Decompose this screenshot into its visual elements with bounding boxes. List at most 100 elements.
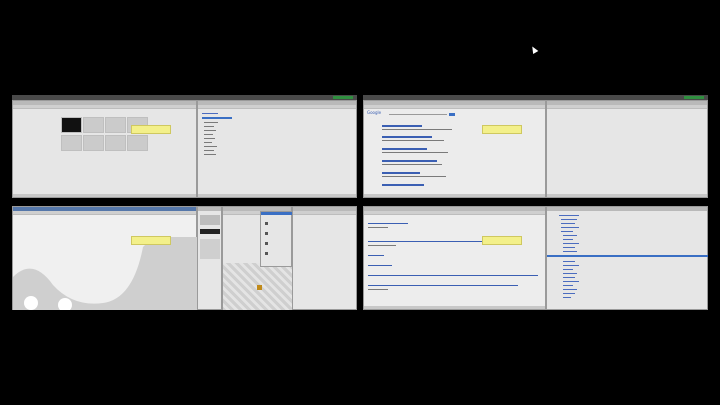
- workspace-3[interactable]: [12, 206, 357, 310]
- sidebar-item[interactable]: [204, 154, 216, 155]
- image-editor-canvas-window[interactable]: [12, 206, 198, 310]
- sidebar-item[interactable]: [204, 134, 213, 135]
- speed-dial-tile[interactable]: [83, 135, 104, 151]
- sticky-note: [482, 125, 522, 134]
- speed-dial-tile[interactable]: [105, 117, 126, 133]
- file-manager-toolbar[interactable]: [198, 105, 356, 109]
- result-snippet: [382, 176, 446, 177]
- search-input[interactable]: [389, 114, 447, 115]
- result-snippet: [382, 140, 444, 141]
- result-link[interactable]: [382, 172, 420, 174]
- mouse-pointer-icon: [529, 44, 539, 55]
- list-icon: [265, 242, 268, 245]
- text-line: [368, 245, 396, 246]
- sticky-note: [482, 236, 522, 245]
- tree-item[interactable]: [563, 289, 577, 290]
- sidebar-item[interactable]: [204, 146, 217, 147]
- tree-item[interactable]: [561, 227, 579, 228]
- file-manager-statusbar: [198, 194, 356, 197]
- tool-options[interactable]: [200, 239, 220, 259]
- tree-item[interactable]: [563, 239, 573, 240]
- workspace-2[interactable]: Google: [363, 95, 708, 198]
- editor-toolbar[interactable]: [364, 211, 545, 215]
- editor-menubar[interactable]: [13, 211, 196, 215]
- file-manager-window[interactable]: [197, 100, 357, 198]
- list-icon: [265, 252, 268, 255]
- sidebar-item[interactable]: [204, 142, 212, 143]
- sticky-note: [131, 125, 171, 134]
- workspace-4[interactable]: [363, 206, 708, 310]
- secondary-window[interactable]: [546, 100, 708, 198]
- toolbox-window[interactable]: [197, 206, 222, 310]
- search-button[interactable]: [449, 113, 455, 116]
- text-editor-window[interactable]: [363, 206, 546, 310]
- speed-dial-tile[interactable]: [105, 135, 126, 151]
- sidebar-item[interactable]: [204, 130, 216, 131]
- browser-window[interactable]: Google: [363, 100, 546, 198]
- text-line: [368, 265, 392, 266]
- tree-item[interactable]: [561, 219, 577, 220]
- secondary-statusbar: [547, 194, 707, 197]
- sidebar-item-selected[interactable]: [202, 117, 232, 119]
- sidebar-item[interactable]: [204, 150, 214, 151]
- browser-toolbar[interactable]: [13, 105, 196, 109]
- tree-item[interactable]: [563, 281, 579, 282]
- result-link[interactable]: [382, 136, 432, 138]
- panel-indicator: [684, 96, 704, 99]
- search-logo: Google: [367, 110, 382, 115]
- sidebar-item[interactable]: [202, 113, 218, 114]
- color-swatch[interactable]: [200, 229, 220, 234]
- toolbox-titlebar: [198, 207, 221, 211]
- tree-item-selected[interactable]: [547, 255, 708, 257]
- speed-dial-tile[interactable]: [61, 117, 82, 133]
- result-link[interactable]: [382, 125, 422, 127]
- sidebar-item[interactable]: [204, 122, 218, 123]
- tree-item[interactable]: [563, 269, 573, 270]
- tool-icons[interactable]: [200, 215, 220, 225]
- browser-toolbar[interactable]: [364, 105, 545, 109]
- editor-statusbar: [364, 306, 545, 309]
- secondary-toolbar[interactable]: [547, 105, 707, 109]
- sidebar-item[interactable]: [204, 138, 215, 139]
- tree-item[interactable]: [563, 235, 577, 236]
- wilber-watermark: [13, 237, 198, 310]
- tree-item[interactable]: [563, 273, 577, 274]
- tree-item[interactable]: [563, 251, 577, 252]
- tree-item[interactable]: [563, 261, 575, 262]
- tree-panel-window[interactable]: [546, 206, 708, 310]
- speed-dial-tile[interactable]: [83, 117, 104, 133]
- tree-item[interactable]: [563, 297, 571, 298]
- tree-item[interactable]: [563, 243, 579, 244]
- tree-item[interactable]: [563, 265, 579, 266]
- result-link[interactable]: [382, 184, 424, 186]
- speed-dial-tile[interactable]: [127, 135, 148, 151]
- text-line: [368, 227, 388, 228]
- result-link[interactable]: [382, 160, 437, 162]
- layers-toolbar[interactable]: [293, 211, 356, 215]
- result-snippet: [382, 129, 452, 130]
- result-snippet: [382, 164, 442, 165]
- sidebar-item[interactable]: [204, 126, 214, 127]
- tree-item[interactable]: [563, 293, 575, 294]
- speed-dial-tile[interactable]: [61, 135, 82, 151]
- text-line: [368, 241, 488, 242]
- result-link[interactable]: [382, 148, 427, 150]
- text-line: [368, 285, 518, 286]
- panel-indicator: [333, 96, 353, 99]
- browser-window[interactable]: [12, 100, 197, 198]
- list-icon: [265, 232, 268, 235]
- list-icon: [265, 222, 268, 225]
- sticky-note: [131, 236, 171, 245]
- tree-item[interactable]: [563, 285, 573, 286]
- tree-item[interactable]: [563, 247, 575, 248]
- dialog-window[interactable]: [260, 211, 293, 267]
- tree-item[interactable]: [563, 277, 575, 278]
- text-line: [368, 275, 538, 276]
- text-line: [368, 289, 388, 290]
- dialog-titlebar: [261, 212, 293, 215]
- layers-window[interactable]: [292, 206, 357, 310]
- workspace-1[interactable]: [12, 95, 357, 198]
- tree-item[interactable]: [561, 231, 573, 232]
- tree-item[interactable]: [561, 223, 575, 224]
- tree-item[interactable]: [559, 215, 579, 216]
